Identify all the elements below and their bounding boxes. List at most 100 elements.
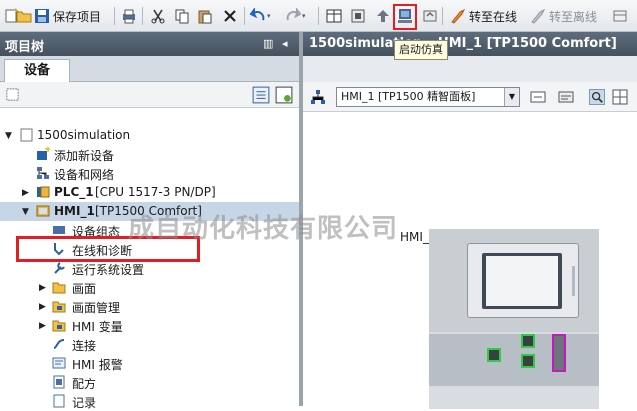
delete-icon[interactable] [222, 6, 238, 26]
tree-item-hmi-tags[interactable]: ▶ HMI 变量 [0, 316, 299, 335]
tab-devices[interactable]: 设备 [4, 59, 70, 83]
toolbar-separator [244, 7, 245, 25]
toolbar-more-icon[interactable] [612, 6, 628, 26]
tree-item-label: 1500simulation [37, 128, 131, 142]
go-offline-label: 转至离线 [549, 9, 598, 24]
project-tree-title: 项目树 [5, 40, 45, 55]
profibus-port[interactable] [552, 334, 566, 372]
upload-from-device-icon[interactable] [422, 6, 438, 26]
device-select[interactable]: HMI_1 [TP1500 精智面板] ▼ [336, 87, 520, 107]
project-tree-toolbar [0, 82, 299, 108]
toolbar-separator [318, 7, 319, 25]
chevron-right-icon[interactable]: ▶ [39, 302, 46, 312]
toolbar-separator [142, 7, 143, 25]
recipe-icon [53, 375, 65, 389]
copy-icon[interactable] [174, 6, 190, 26]
chevron-right-icon[interactable]: ▶ [39, 321, 46, 331]
device-view-toolbar: HMI_1 [TP1500 精智面板] ▼ [303, 82, 637, 112]
plc-icon [37, 186, 50, 198]
tree-item-project[interactable]: ▼ 1500simulation [0, 126, 299, 145]
chevron-down-icon[interactable]: ▼ [504, 88, 519, 106]
tree-item-add-device[interactable]: 添加新设备 [0, 145, 299, 164]
split-editor-icon[interactable] [326, 6, 342, 26]
details-view-icon[interactable] [252, 86, 270, 104]
chevron-right-icon[interactable]: ▶ [22, 188, 29, 198]
project-tree-pane: 项目树 ▥ ◂ 设备 ▼ 1500simulation 添加新设备 设备和网络 … [0, 32, 397, 410]
save-project-label: 保存项目 [53, 9, 102, 24]
folder-icon [52, 320, 66, 332]
device-tree-icon[interactable] [310, 89, 326, 105]
hmi-screen-display [486, 256, 558, 306]
chevron-right-icon[interactable]: ▶ [39, 283, 46, 293]
device-view-title: 1500simulation ▸ HMI_1 [TP1500 Comfort] [309, 36, 617, 51]
redo-icon[interactable]: ▾ [285, 6, 306, 26]
hmi-icon [36, 205, 50, 217]
chevron-down-icon[interactable]: ▼ [22, 207, 29, 217]
device-select-value: HMI_1 [TP1500 精智面板] [341, 90, 476, 103]
runtime-settings-icon [54, 262, 65, 274]
compile-icon[interactable] [350, 6, 366, 26]
profinet-port-3[interactable] [521, 354, 535, 368]
chevron-down-icon[interactable]: ▼ [5, 131, 12, 141]
hmi-device-graphic[interactable] [429, 229, 599, 409]
folder-icon [52, 282, 66, 294]
go-online-button[interactable]: 转至在线 [450, 6, 517, 26]
tree-item-connections[interactable]: 连接 [0, 335, 299, 354]
hmi-device-front [429, 229, 599, 332]
toolbar-separator [442, 7, 443, 25]
download-to-device-icon[interactable] [375, 6, 391, 26]
save-project-button[interactable]: 保存项目 [34, 6, 101, 26]
chevron-down-icon[interactable]: ▾ [267, 12, 271, 20]
tree-item-devices-networks[interactable]: 设备和网络 [0, 164, 299, 183]
pane-layout-icon[interactable]: ▥ [263, 37, 275, 50]
project-icon [20, 128, 33, 142]
grid-icon[interactable] [612, 89, 628, 105]
profinet-port-2[interactable] [521, 334, 535, 348]
print-icon[interactable] [121, 6, 137, 26]
tree-item-label: 添加新设备 [54, 149, 115, 163]
network-view-icon[interactable] [275, 86, 293, 104]
connection-icon [53, 339, 65, 349]
add-device-icon [37, 147, 50, 160]
go-online-label: 转至在线 [469, 9, 518, 24]
profinet-port-1[interactable] [487, 348, 501, 362]
tree-item-label: 记录 [72, 396, 97, 410]
alarm-icon [52, 357, 66, 369]
device-config-icon [53, 226, 65, 234]
device-view-tabbar [303, 56, 637, 82]
tree-item-label: PLC_1 [54, 185, 94, 199]
device-view-header: 1500simulation ▸ HMI_1 [TP1500 Comfort] [303, 32, 637, 56]
tree-item-screen-management[interactable]: ▶ 画面管理 [0, 297, 299, 316]
tree-item-label: 配方 [72, 377, 97, 391]
tree-item-plc[interactable]: ▶ PLC_1 [CPU 1517-3 PN/DP] [0, 183, 299, 202]
device-overview-icon[interactable] [5, 87, 20, 102]
tree-item-hmi-alarms[interactable]: HMI 报警 [0, 354, 299, 373]
start-simulation-tooltip: 启动仿真 [394, 40, 448, 60]
hmi-interface-panel [429, 334, 599, 386]
tree-item-screens[interactable]: ▶ 画面 [0, 278, 299, 297]
watermark-text: 成自动化科技有限公司 [128, 214, 399, 244]
paste-icon[interactable] [197, 6, 213, 26]
tree-item-label: 画面 [72, 282, 97, 296]
name-display-icon[interactable] [558, 89, 574, 105]
go-offline-button[interactable]: 转至离线 [530, 6, 597, 26]
network-icon [37, 167, 49, 179]
undo-icon[interactable]: ▾ [250, 6, 271, 26]
tree-item-recipes[interactable]: 配方 [0, 373, 299, 392]
tree-item-label: HMI_1 [54, 204, 95, 218]
hmi-panel-bezel [467, 243, 579, 318]
tree-item-label: HMI 报警 [72, 358, 123, 372]
fit-view-icon[interactable] [530, 89, 546, 105]
collapse-pane-icon[interactable]: ◂ [282, 37, 294, 50]
hmi-screen [482, 253, 562, 309]
open-project-icon[interactable] [16, 6, 32, 26]
tree-item-sublabel: [CPU 1517-3 PN/DP] [95, 185, 216, 199]
tree-item-label: HMI 变量 [72, 320, 123, 334]
project-tree-tabbar: 设备 [0, 56, 299, 83]
chevron-down-icon[interactable]: ▾ [302, 12, 306, 20]
folder-icon [52, 301, 66, 313]
hmi-side-strip [572, 266, 575, 296]
cut-icon[interactable] [150, 6, 166, 26]
tree-item-logs[interactable]: 记录 [0, 392, 299, 411]
zoom-icon[interactable] [589, 89, 605, 105]
